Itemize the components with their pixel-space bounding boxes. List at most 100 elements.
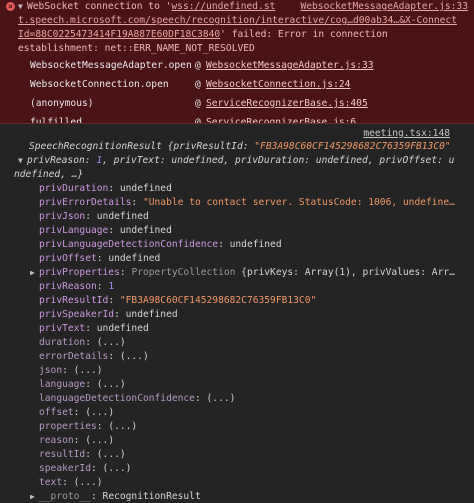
getter-key: text bbox=[39, 477, 63, 488]
stack-source-link[interactable]: ServiceRecognizerBase.js:405 bbox=[206, 94, 368, 113]
getter-row[interactable]: text: (...) bbox=[14, 476, 468, 490]
stack-source-link[interactable]: WebsocketConnection.js:24 bbox=[206, 75, 350, 94]
stack-frame: fulfilled @ ServiceRecognizerBase.js:6 bbox=[6, 113, 468, 124]
property-row: privSpeakerId: undefined bbox=[39, 309, 178, 320]
stack-frame: WebsocketMessageAdapter.open @ Websocket… bbox=[6, 56, 468, 75]
getter-invoke[interactable]: (...) bbox=[85, 435, 114, 446]
stack-function: fulfilled bbox=[30, 117, 82, 124]
log-source-link[interactable]: meeting.tsx:148 bbox=[14, 127, 468, 140]
getter-invoke[interactable]: (...) bbox=[103, 463, 132, 474]
getter-invoke[interactable]: (...) bbox=[74, 477, 103, 488]
stack-at: @ bbox=[195, 60, 201, 71]
stack-at: @ bbox=[195, 117, 201, 124]
error-line-3: Id=88C0225473414F19A887E60DF18C3840' fai… bbox=[6, 28, 468, 42]
property-value: undefined bbox=[229, 239, 282, 250]
property-row: privOffset: undefined bbox=[39, 253, 161, 264]
property-key: privOffset bbox=[39, 253, 97, 264]
getter-key: reason bbox=[39, 435, 74, 446]
getter-row[interactable]: reason: (...) bbox=[14, 434, 468, 448]
object-preview-id: "FB3A98C60CF145298682C76359FB13C0" bbox=[254, 141, 451, 152]
property-value: undefined bbox=[96, 323, 149, 334]
websocket-url-link[interactable]: wss://undefined.st bbox=[171, 1, 275, 12]
expand-triangle-icon[interactable]: ▶ bbox=[30, 266, 39, 280]
property-value: undefined bbox=[96, 211, 149, 222]
property-row: privErrorDetails: "Unable to contact ser… bbox=[39, 197, 455, 208]
getter-key: json bbox=[39, 365, 63, 376]
error-line-1: × ▼ WebSocket connection to 'wss://undefin… bbox=[6, 0, 468, 14]
stack-frame: WebsocketConnection.open @ WebsocketConn… bbox=[6, 75, 468, 94]
getter-row[interactable]: language: (...) bbox=[14, 378, 468, 392]
property-row-privProperties[interactable]: ▶ privProperties: PropertyCollection {pri… bbox=[14, 266, 468, 280]
property-row: privResultId: "FB3A98C60CF145298682C7635… bbox=[39, 295, 317, 306]
expand-triangle-icon[interactable]: ▶ bbox=[30, 490, 39, 503]
getter-row[interactable]: json: (...) bbox=[14, 364, 468, 378]
error-text: WebSocket connection to ' bbox=[27, 1, 172, 12]
console-log-entry: meeting.tsx:148 SpeechRecognitionResult … bbox=[0, 124, 474, 503]
proto-value: RecognitionResult bbox=[102, 491, 201, 502]
proto-key: __proto__ bbox=[39, 491, 91, 502]
getter-row[interactable]: resultId: (...) bbox=[14, 448, 468, 462]
property-row: privLanguage: undefined bbox=[39, 225, 172, 236]
stack-at: @ bbox=[195, 79, 201, 90]
error-text-failed: ' failed: Error in connection bbox=[220, 29, 388, 40]
getter-key: speakerId bbox=[39, 463, 91, 474]
getter-key: duration bbox=[39, 337, 86, 348]
property-key: privReason bbox=[39, 281, 97, 292]
getter-row[interactable]: duration: (...) bbox=[14, 336, 468, 350]
property-key: privText bbox=[39, 323, 86, 334]
property-key: privDuration bbox=[39, 183, 109, 194]
stack-function: WebsocketMessageAdapter.open bbox=[30, 60, 192, 71]
property-key: privJson bbox=[39, 211, 86, 222]
stack-source-link[interactable]: WebsocketMessageAdapter.js:33 bbox=[206, 56, 374, 75]
getter-invoke[interactable]: (...) bbox=[85, 407, 114, 418]
property-key: privLanguageDetectionConfidence bbox=[39, 239, 219, 250]
stack-function: WebsocketConnection.open bbox=[30, 79, 169, 90]
getter-key: errorDetails bbox=[39, 351, 109, 362]
getter-row[interactable]: offset: (...) bbox=[14, 406, 468, 420]
property-key: privResultId bbox=[39, 295, 109, 306]
property-key: privErrorDetails bbox=[39, 197, 132, 208]
object-header-line-2: ▼ privReason: 1, privText: undefined, pri… bbox=[14, 154, 468, 168]
getter-row[interactable]: languageDetectionConfidence: (...) bbox=[14, 392, 468, 406]
collapse-triangle-icon[interactable]: ▼ bbox=[18, 0, 27, 14]
error-source-link[interactable]: WebsocketMessageAdapter.js:33 bbox=[300, 0, 468, 14]
stack-function: (anonymous) bbox=[30, 98, 94, 109]
expand-triangle-icon[interactable]: ▼ bbox=[18, 154, 27, 168]
proto-row[interactable]: ▶ __proto__: RecognitionResult bbox=[14, 490, 468, 503]
error-url-continued[interactable]: t.speech.microsoft.com/speech/recognitio… bbox=[6, 14, 468, 28]
getter-invoke[interactable]: (...) bbox=[97, 337, 126, 348]
property-type: PropertyCollection bbox=[131, 267, 236, 278]
error-icon: × bbox=[6, 1, 15, 11]
getter-list: duration: (...) errorDetails: (...) json: … bbox=[14, 336, 468, 490]
stack-at: @ bbox=[195, 98, 201, 109]
getter-invoke[interactable]: (...) bbox=[97, 379, 126, 390]
getter-invoke[interactable]: (...) bbox=[74, 365, 103, 376]
object-class-name: SpeechRecognitionResult bbox=[29, 141, 162, 152]
getter-row[interactable]: errorDetails: (...) bbox=[14, 350, 468, 364]
property-row: privReason: 1 bbox=[39, 281, 115, 292]
property-value: undefined bbox=[108, 253, 161, 264]
stack-source-link[interactable]: ServiceRecognizerBase.js:6 bbox=[206, 113, 356, 123]
getter-key: offset bbox=[39, 407, 74, 418]
property-list: privDuration: undefined privErrorDetails:… bbox=[14, 182, 468, 266]
object-header: SpeechRecognitionResult {privResultId: "… bbox=[14, 140, 468, 154]
property-row: privText: undefined bbox=[39, 323, 149, 334]
getter-invoke[interactable]: (...) bbox=[108, 421, 137, 432]
getter-invoke[interactable]: (...) bbox=[207, 393, 236, 404]
stack-frame: (anonymous) @ ServiceRecognizerBase.js:4… bbox=[6, 94, 468, 113]
property-value: undefined bbox=[119, 183, 172, 194]
object-preview-text: , privText: undefined, privDuration: und… bbox=[102, 155, 455, 166]
error-line-4: establishment: net::ERR_NAME_NOT_RESOLVE… bbox=[18, 43, 255, 54]
property-key: privSpeakerId bbox=[39, 309, 115, 320]
getter-row[interactable]: properties: (...) bbox=[14, 420, 468, 434]
getter-row[interactable]: speakerId: (...) bbox=[14, 462, 468, 476]
getter-key: language bbox=[39, 379, 86, 390]
object-preview-text: {privResultId: bbox=[161, 141, 255, 152]
error-url-end[interactable]: Id=88C0225473414F19A887E60DF18C3840 bbox=[18, 29, 220, 40]
getter-invoke[interactable]: (...) bbox=[120, 351, 149, 362]
property-list: privReason: 1 privResultId: "FB3A98C60CF1… bbox=[14, 280, 468, 336]
property-value: "FB3A98C60CF145298682C76359FB13C0" bbox=[119, 295, 317, 306]
property-key: privProperties bbox=[39, 267, 120, 278]
getter-invoke[interactable]: (...) bbox=[97, 449, 126, 460]
property-value: undefined bbox=[125, 309, 178, 320]
